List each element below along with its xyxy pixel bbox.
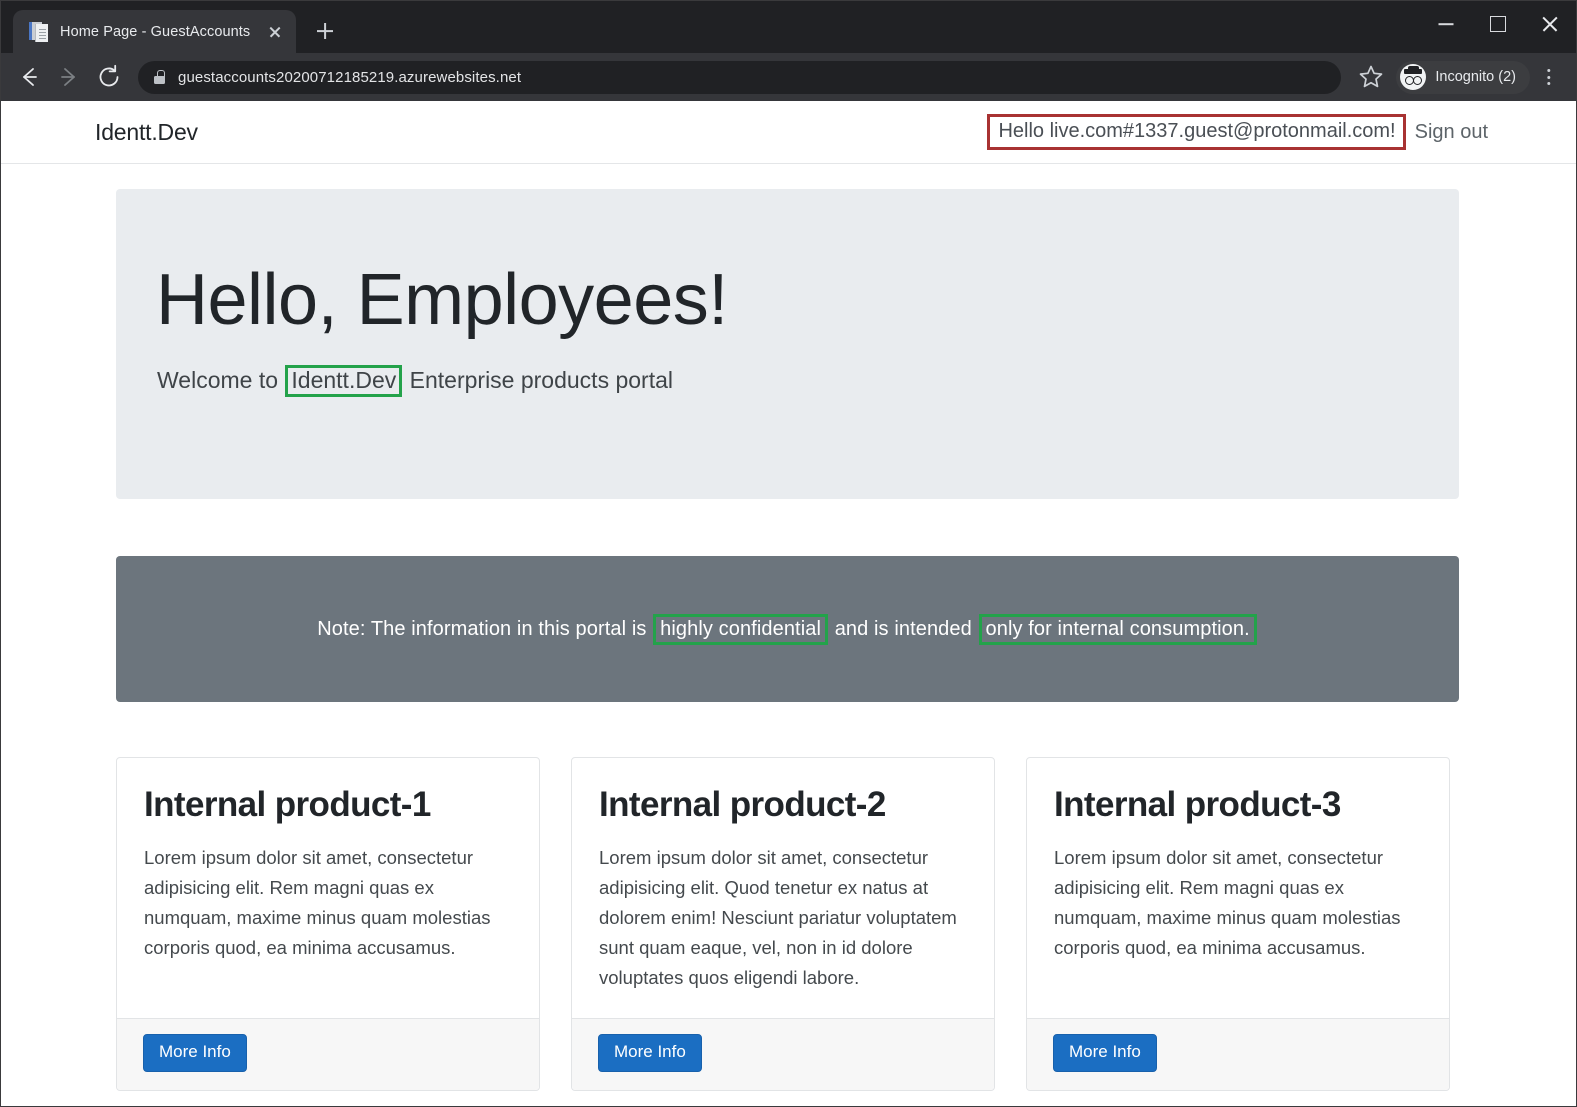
forward-button[interactable] [51, 59, 87, 95]
product-card: Internal product-2 Lorem ipsum dolor sit… [571, 757, 995, 1091]
tab-title: Home Page - GuestAccounts [60, 23, 251, 40]
card-text: Lorem ipsum dolor sit amet, consectetur … [599, 846, 957, 989]
card-title: Internal product-2 [599, 785, 886, 824]
hero-subtitle: Welcome to Identt.Dev Enterprise product… [157, 365, 673, 397]
tab-strip: Home Page - GuestAccounts [1, 1, 1576, 53]
more-info-button[interactable]: More Info [143, 1034, 247, 1072]
greeting-text: Hello live.com#1337.guest@protonmail.com… [987, 114, 1406, 150]
hero-subtitle-after: Enterprise products portal [403, 367, 673, 393]
incognito-icon [1400, 64, 1427, 90]
header-user-area: Hello live.com#1337.guest@protonmail.com… [987, 114, 1488, 150]
card-title: Internal product-1 [144, 785, 431, 824]
window-controls [1420, 1, 1576, 47]
product-card: Internal product-3 Lorem ipsum dolor sit… [1026, 757, 1450, 1091]
sign-out-link[interactable]: Sign out [1406, 121, 1488, 144]
hero-subtitle-before: Welcome to [157, 367, 285, 393]
maximize-window-button[interactable] [1472, 1, 1524, 47]
star-icon[interactable] [1354, 60, 1388, 94]
card-body: Internal product-3 Lorem ipsum dolor sit… [1027, 758, 1449, 1018]
address-bar[interactable]: guestaccounts20200712185219.azurewebsite… [138, 60, 1342, 94]
card-text: Lorem ipsum dolor sit amet, consectetur … [144, 846, 491, 958]
product-card-list: Internal product-1 Lorem ipsum dolor sit… [116, 757, 1459, 1091]
more-info-button[interactable]: More Info [598, 1034, 702, 1072]
hero-banner: Hello, Employees! Welcome to Identt.Dev … [116, 189, 1459, 499]
card-text: Lorem ipsum dolor sit amet, consectetur … [1054, 846, 1401, 958]
page-title: Hello, Employees! [156, 260, 728, 340]
card-footer: More Info [572, 1018, 994, 1090]
card-footer: More Info [1027, 1018, 1449, 1090]
card-footer: More Info [117, 1018, 539, 1090]
kebab-menu-icon[interactable] [1534, 59, 1564, 95]
page-viewport: Identt.Dev Hello live.com#1337.guest@pro… [1, 101, 1576, 1106]
brand-link[interactable]: Identt.Dev [95, 119, 198, 146]
browser-toolbar: guestaccounts20200712185219.azurewebsite… [1, 53, 1576, 101]
card-body: Internal product-1 Lorem ipsum dolor sit… [117, 758, 539, 1018]
back-button[interactable] [11, 59, 47, 95]
product-card: Internal product-1 Lorem ipsum dolor sit… [116, 757, 540, 1091]
close-window-button[interactable] [1524, 1, 1576, 47]
note-highlight-2: only for internal consumption. [978, 613, 1257, 645]
url-text: guestaccounts20200712185219.azurewebsite… [178, 68, 522, 86]
document-favicon [29, 21, 48, 42]
note-part-1: Note: The information in this portal is [317, 617, 653, 640]
note-text: Note: The information in this portal is … [317, 613, 1258, 645]
close-tab-icon[interactable] [262, 19, 288, 45]
lock-icon [154, 70, 165, 84]
more-info-button[interactable]: More Info [1053, 1034, 1157, 1072]
reload-button[interactable] [91, 59, 127, 95]
note-highlight-1: highly confidential [653, 613, 829, 645]
profile-incognito-button[interactable]: Incognito (2) [1396, 60, 1530, 94]
note-part-2: and is intended [829, 617, 978, 640]
profile-label: Incognito (2) [1435, 69, 1516, 85]
minimize-window-button[interactable] [1420, 1, 1472, 47]
hero-subtitle-highlight: Identt.Dev [285, 365, 403, 397]
browser-window: Home Page - GuestAccounts guestaccounts2… [0, 0, 1577, 1107]
confidentiality-note-banner: Note: The information in this portal is … [116, 556, 1459, 702]
card-body: Internal product-2 Lorem ipsum dolor sit… [572, 758, 994, 1018]
site-header: Identt.Dev Hello live.com#1337.guest@pro… [1, 101, 1576, 164]
new-tab-button[interactable] [306, 12, 344, 50]
browser-tab[interactable]: Home Page - GuestAccounts [13, 10, 297, 53]
card-title: Internal product-3 [1054, 785, 1341, 824]
